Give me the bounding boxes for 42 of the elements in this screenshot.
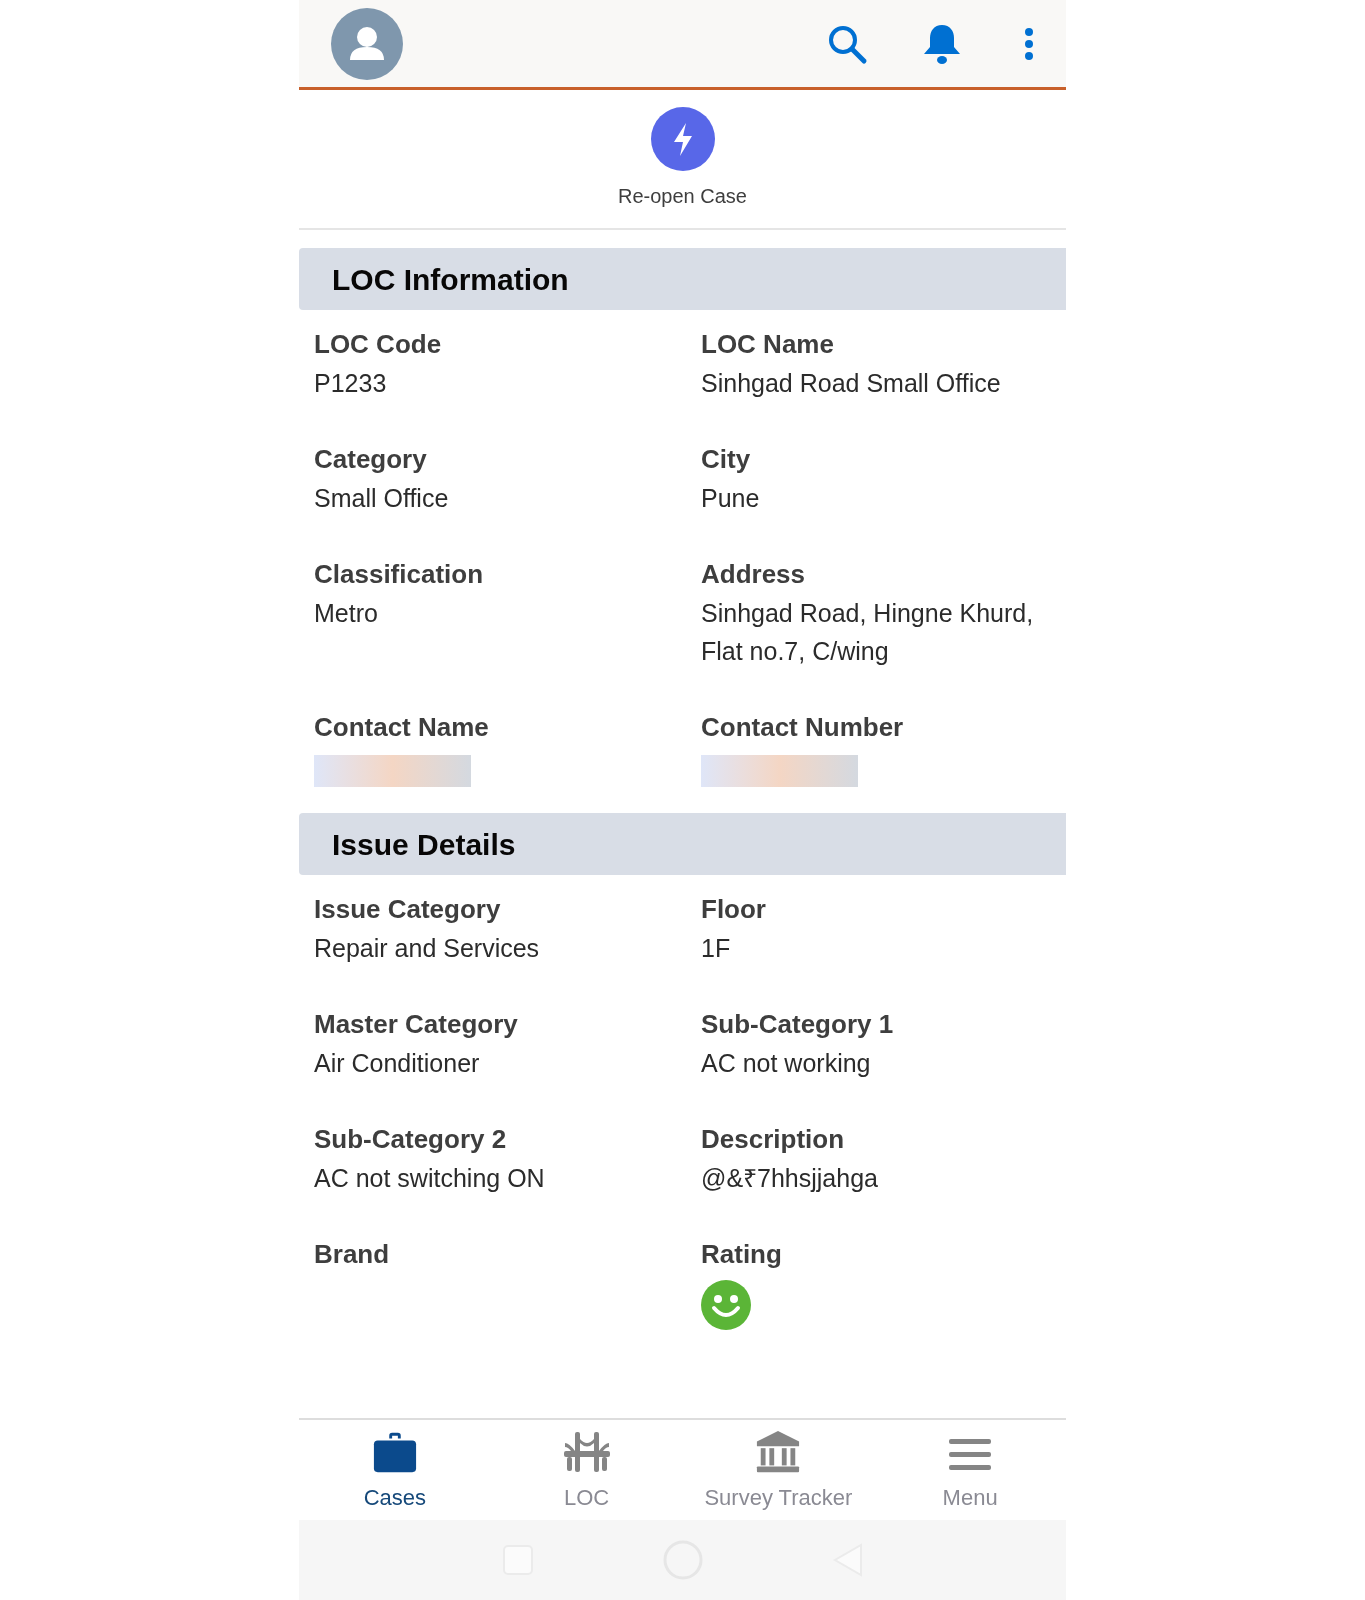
field-value: 1F bbox=[701, 933, 732, 964]
bell-icon[interactable] bbox=[922, 22, 962, 65]
nav-tab[interactable]: Cases bbox=[299, 1420, 491, 1520]
field-value: AC not switching ON bbox=[314, 1163, 546, 1194]
field-label: Floor bbox=[701, 893, 767, 926]
field-value: Small Office bbox=[314, 483, 450, 514]
section-title: LOC Information bbox=[332, 261, 569, 298]
nav-tab[interactable]: Menu bbox=[874, 1420, 1066, 1520]
field-label: LOC Name bbox=[701, 328, 835, 361]
nav-tab[interactable]: LOC bbox=[490, 1420, 683, 1520]
more-options-icon[interactable] bbox=[1024, 26, 1034, 61]
field-label: City bbox=[701, 443, 752, 476]
field-value: AC not working bbox=[701, 1048, 872, 1079]
field-value: @&₹7hhsjjahga bbox=[701, 1163, 879, 1194]
field-label: Category bbox=[314, 443, 428, 476]
nav-tab[interactable]: Survey Tracker bbox=[682, 1420, 875, 1520]
field-label: Description bbox=[701, 1123, 846, 1156]
field-value: Air Conditioner bbox=[314, 1048, 481, 1079]
bank-icon bbox=[755, 1429, 802, 1475]
reopen-case-button[interactable]: Re-open Case bbox=[618, 107, 747, 211]
field-label: Issue Category bbox=[314, 893, 502, 926]
bridge-icon bbox=[562, 1429, 611, 1475]
smiley-icon bbox=[701, 1280, 751, 1330]
field-label: Sub-Category 2 bbox=[314, 1123, 508, 1156]
field-value: Sinhgad Road Small Office bbox=[701, 368, 1002, 399]
field-label: Contact Name bbox=[314, 711, 490, 744]
field-value: Sinhgad Road, Hingne Khurd, Flat no.7, C/wing bbox=[701, 598, 1035, 667]
field-label: Contact Number bbox=[701, 711, 905, 744]
field-value: P1233 bbox=[314, 368, 388, 399]
avatar-icon[interactable] bbox=[331, 7, 403, 80]
field-label: LOC Code bbox=[314, 328, 443, 361]
field-value: Metro bbox=[314, 598, 379, 629]
field-label: Sub-Category 1 bbox=[701, 1008, 895, 1041]
field-label: Brand bbox=[314, 1238, 391, 1271]
field-label: Address bbox=[701, 558, 807, 591]
field-value: Repair and Services bbox=[314, 933, 541, 964]
field-label: Master Category bbox=[314, 1008, 519, 1041]
field-value: Pune bbox=[701, 483, 761, 514]
field-label: Rating bbox=[701, 1238, 783, 1271]
section-title: Issue Details bbox=[332, 826, 516, 863]
lightning-icon bbox=[650, 107, 715, 171]
field-label: Classification bbox=[314, 558, 485, 591]
